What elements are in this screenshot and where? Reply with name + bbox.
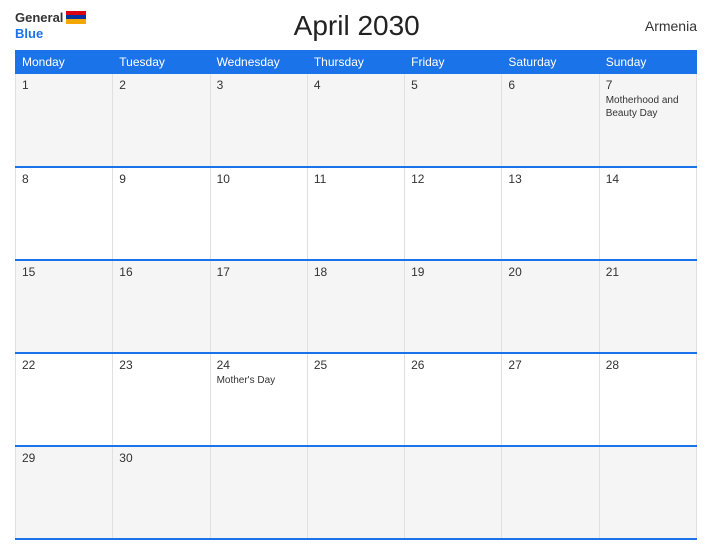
calendar-week-row: 15 16 17 18 19 20 21 [16,260,697,353]
calendar-cell: 3 [210,74,307,167]
calendar-cell: 11 [307,167,404,260]
day-number: 10 [217,172,301,186]
day-number: 5 [411,78,495,92]
day-number: 9 [119,172,203,186]
calendar-week-row: 1234567 Motherhood and Beauty Day [16,74,697,167]
calendar-cell: 29 [16,446,113,539]
calendar-cell: 13 [502,167,599,260]
calendar-header: Monday Tuesday Wednesday Thursday Friday… [16,51,697,74]
calendar-cell [405,446,502,539]
day-number: 8 [22,172,106,186]
day-number: 18 [314,265,398,279]
calendar-cell: 20 [502,260,599,353]
calendar-table: Monday Tuesday Wednesday Thursday Friday… [15,50,697,540]
day-number: 17 [217,265,301,279]
day-number: 16 [119,265,203,279]
calendar-cell: 14 [599,167,696,260]
calendar-cell: 30 [113,446,210,539]
calendar-cell: 23 [113,353,210,446]
day-number: 21 [606,265,690,279]
day-number: 11 [314,172,398,186]
calendar-cell [210,446,307,539]
day-number: 1 [22,78,106,92]
calendar-cell: 5 [405,74,502,167]
header-saturday: Saturday [502,51,599,74]
day-number: 20 [508,265,592,279]
calendar-cell: 25 [307,353,404,446]
day-number: 28 [606,358,690,372]
day-number: 4 [314,78,398,92]
day-number: 25 [314,358,398,372]
calendar-cell: 1 [16,74,113,167]
calendar-cell: 2 [113,74,210,167]
calendar-cell: 12 [405,167,502,260]
logo: General Blue [15,10,86,42]
calendar-cell: 6 [502,74,599,167]
day-number: 2 [119,78,203,92]
header-thursday: Thursday [307,51,404,74]
weekday-header-row: Monday Tuesday Wednesday Thursday Friday… [16,51,697,74]
day-number: 7 [606,78,690,92]
header-friday: Friday [405,51,502,74]
day-number: 24 [217,358,301,372]
header: General Blue April 2030 Armenia [15,10,697,42]
day-number: 3 [217,78,301,92]
calendar-cell: 22 [16,353,113,446]
logo-flag-icon [66,11,86,24]
calendar-cell: 4 [307,74,404,167]
day-number: 19 [411,265,495,279]
header-wednesday: Wednesday [210,51,307,74]
day-number: 30 [119,451,203,465]
calendar-cell: 10 [210,167,307,260]
calendar-week-row: 89 10 11 12 13 14 [16,167,697,260]
calendar-page: General Blue April 2030 Armenia Monday T… [0,0,712,550]
day-number: 29 [22,451,106,465]
day-number: 6 [508,78,592,92]
calendar-cell [599,446,696,539]
day-number: 12 [411,172,495,186]
day-number: 14 [606,172,690,186]
calendar-cell [307,446,404,539]
day-number: 22 [22,358,106,372]
calendar-week-row: 29 30 [16,446,697,539]
calendar-cell: 26 [405,353,502,446]
calendar-cell: 9 [113,167,210,260]
calendar-week-row: 22 23 24 Mother's Day 25 26 27 28 [16,353,697,446]
day-number: 27 [508,358,592,372]
calendar-cell [502,446,599,539]
calendar-cell: 8 [16,167,113,260]
day-number: 26 [411,358,495,372]
calendar-cell: 15 [16,260,113,353]
calendar-cell: 27 [502,353,599,446]
calendar-body: 1234567Motherhood and Beauty Day89101112… [16,74,697,540]
calendar-cell: 19 [405,260,502,353]
calendar-cell: 7 Motherhood and Beauty Day [599,74,696,167]
day-event: Mother's Day [217,374,301,387]
page-title: April 2030 [86,10,627,42]
header-tuesday: Tuesday [113,51,210,74]
header-sunday: Sunday [599,51,696,74]
country-label: Armenia [627,18,697,34]
calendar-cell: 16 [113,260,210,353]
logo-general-text: General [15,10,63,26]
day-event: Motherhood and Beauty Day [606,94,690,120]
calendar-cell: 28 [599,353,696,446]
calendar-cell: 21 [599,260,696,353]
logo-blue-text: Blue [15,26,43,41]
day-number: 15 [22,265,106,279]
day-number: 23 [119,358,203,372]
day-number: 13 [508,172,592,186]
calendar-cell: 18 [307,260,404,353]
header-monday: Monday [16,51,113,74]
calendar-cell: 17 [210,260,307,353]
calendar-cell: 24 Mother's Day [210,353,307,446]
